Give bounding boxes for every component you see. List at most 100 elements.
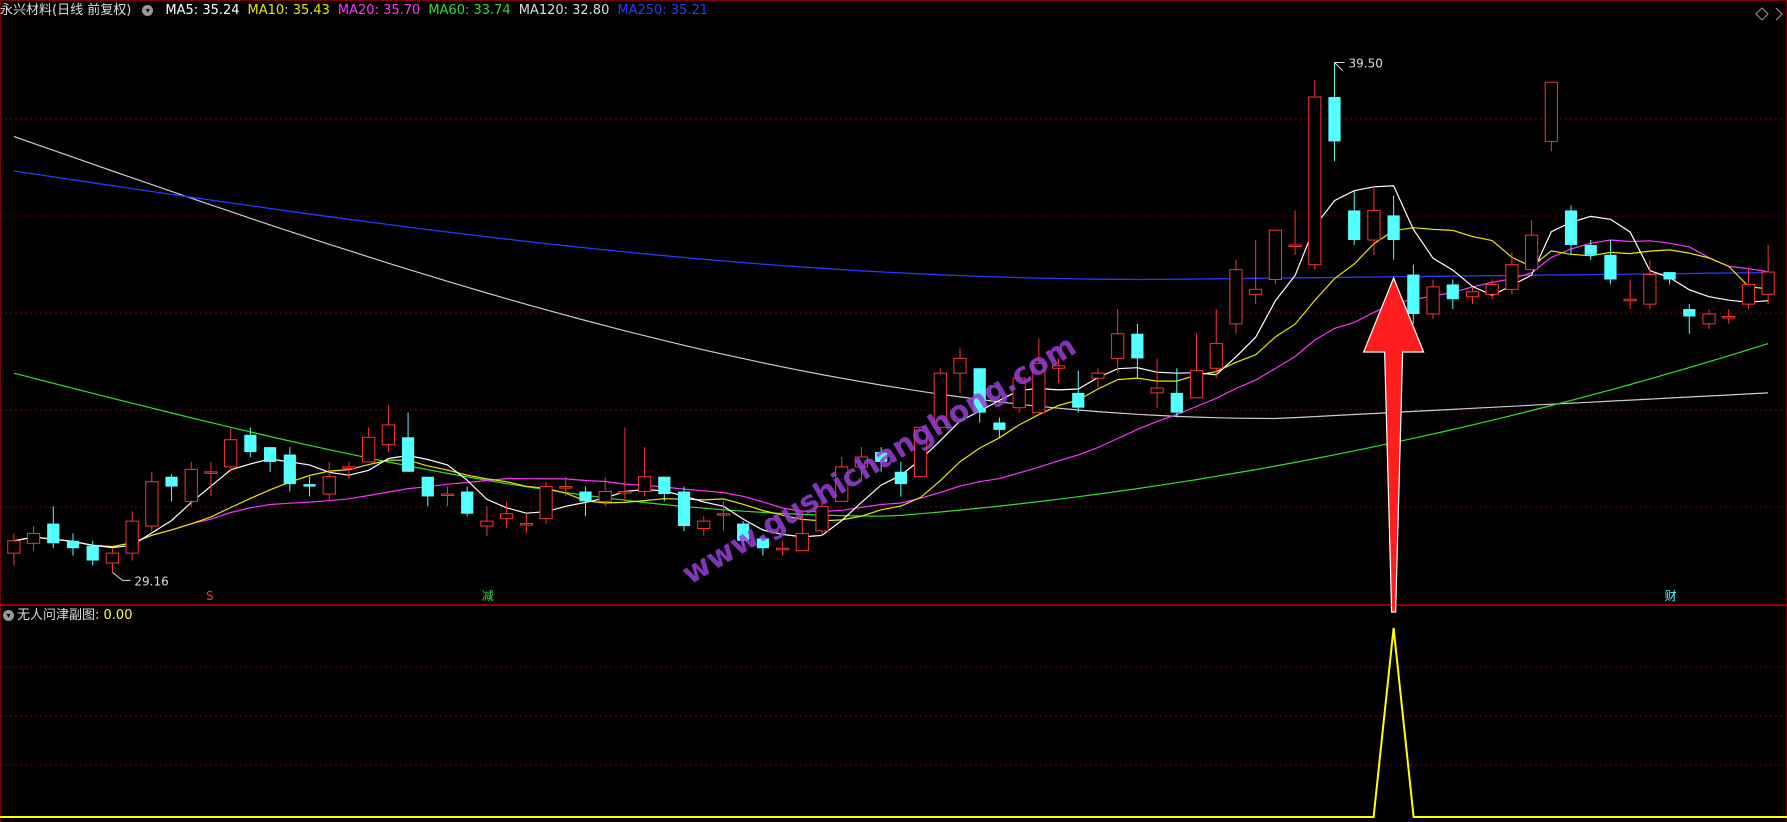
candle-body-down [1683, 309, 1696, 317]
kline-chart[interactable]: 39.50 29.16 S 减 财 www.gushichanghong.com [0, 0, 1787, 822]
candle-body-up [795, 532, 809, 552]
candle-body-down [579, 491, 592, 502]
sub-title[interactable]: 无人问津副图 [17, 608, 95, 623]
candle-body-down [1584, 244, 1597, 255]
candle-body-up [1465, 291, 1480, 298]
candle-body-up [1485, 283, 1499, 295]
candle-body-up [440, 493, 455, 496]
candle-body-up [618, 491, 632, 494]
candle-body-up [1643, 274, 1657, 305]
candle-body-up [362, 436, 376, 463]
candle-body-up [204, 471, 218, 474]
candle-body-up [598, 491, 612, 502]
candle-body-down [894, 471, 907, 485]
candle-body-up [7, 540, 21, 554]
candle-body-down [401, 437, 415, 472]
candle-body-up [1288, 244, 1302, 247]
low-label: 29.16 [134, 574, 168, 588]
candle-body-down [1072, 392, 1085, 408]
ma-label-ma10: MA10: 35.43 [247, 3, 330, 18]
candle-body-down [461, 491, 474, 514]
stock-title[interactable]: 永兴材料(日线 前复权) [0, 3, 131, 18]
candle-body-down [47, 523, 60, 544]
candle-body-up [322, 476, 336, 495]
candle-body-up [1525, 234, 1539, 271]
high-pointer [1334, 62, 1345, 71]
candle-body-up [125, 520, 139, 554]
candle-body-down [1328, 97, 1341, 142]
candle-body-up [638, 476, 652, 493]
candle-body-up [381, 424, 395, 446]
marker-label: 财 [1665, 589, 1677, 603]
candle-body-up [716, 513, 731, 516]
candle-body-up [1249, 288, 1263, 295]
candle-body-up [1150, 387, 1164, 394]
marker-label: 减 [482, 589, 494, 603]
candle-body-up [559, 486, 573, 489]
sub-settings-circle-icon[interactable]: ▾ [3, 610, 14, 621]
candle-body-up [224, 439, 238, 468]
sub-chart-header: ▾ 无人问津副图: 0.00 [0, 606, 132, 626]
candle-body-up [1623, 298, 1637, 302]
candle-body-up [1426, 286, 1440, 315]
candle-body-up [1189, 370, 1204, 399]
candle-body-down [283, 454, 296, 485]
candle-body-down [1131, 333, 1144, 359]
candle-body-down [421, 476, 434, 497]
candle-body-down [1564, 210, 1578, 245]
candle-body-up [1229, 269, 1243, 325]
candle-body-up [1268, 229, 1282, 280]
candle-body-up [1761, 271, 1775, 295]
ma-label-ma60: MA60: 33.74 [428, 3, 511, 18]
candle-body-down [244, 434, 257, 453]
candle-body-down [1387, 215, 1400, 241]
candle-body-down [1348, 210, 1361, 241]
candle-body-up [342, 466, 356, 469]
candle-body-up [105, 552, 120, 564]
candle-body-up [539, 486, 553, 520]
ma-label-ma5: MA5: 35.24 [165, 3, 240, 18]
candle-body-up [1702, 313, 1716, 325]
candle-body-up [953, 357, 967, 374]
candle-body-up [1722, 315, 1736, 319]
candle-body-down [658, 476, 671, 494]
ma-label-ma250: MA250: 35.21 [617, 3, 709, 18]
candle-body-up [1111, 333, 1125, 359]
candle-body-down [263, 447, 277, 462]
ma-label-ma120: MA120: 32.80 [518, 3, 610, 18]
candle-body-down [66, 540, 80, 549]
candle-body-up [1505, 264, 1519, 290]
candle-body-up [775, 547, 790, 551]
candle-body-up [519, 523, 533, 526]
settings-circle-icon[interactable]: ▾ [142, 5, 154, 16]
candle-body-down [1604, 254, 1617, 280]
candle-body-down [86, 545, 99, 561]
candle-body-up [480, 520, 494, 527]
candle-body-up [697, 520, 711, 530]
candle-body-up [1367, 209, 1381, 241]
candle-body-up [145, 481, 159, 527]
candle-body-down [1170, 392, 1183, 413]
candle-body-up [1741, 283, 1756, 305]
marker-label: S [206, 589, 214, 603]
main-chart-header: 永兴材料(日线 前复权) ▾ MA5: 35.24 MA10: 35.43 MA20:… [0, 0, 724, 22]
candle-body-up [184, 468, 198, 502]
candle-body-down [165, 476, 178, 487]
indicator-line [0, 627, 1787, 818]
candle-body-up [1544, 81, 1558, 142]
candle-body-down [993, 422, 1006, 430]
ma60-line [13, 343, 1769, 517]
ma120-line [13, 135, 1769, 420]
candle-body-up [1308, 96, 1322, 266]
scroll-right-icon [1775, 7, 1783, 21]
sub-value: : 0.00 [95, 608, 133, 623]
candle-body-up [26, 532, 41, 544]
candle-body-down [1446, 284, 1459, 300]
candle-body-down [1663, 272, 1676, 280]
scroll-left-icon [1755, 7, 1769, 21]
candle-body-up [1209, 343, 1223, 369]
ma250-line [13, 170, 1769, 281]
candle-body-up [500, 513, 514, 520]
low-pointer [112, 571, 131, 581]
ma-label-ma20: MA20: 35.70 [337, 3, 421, 18]
